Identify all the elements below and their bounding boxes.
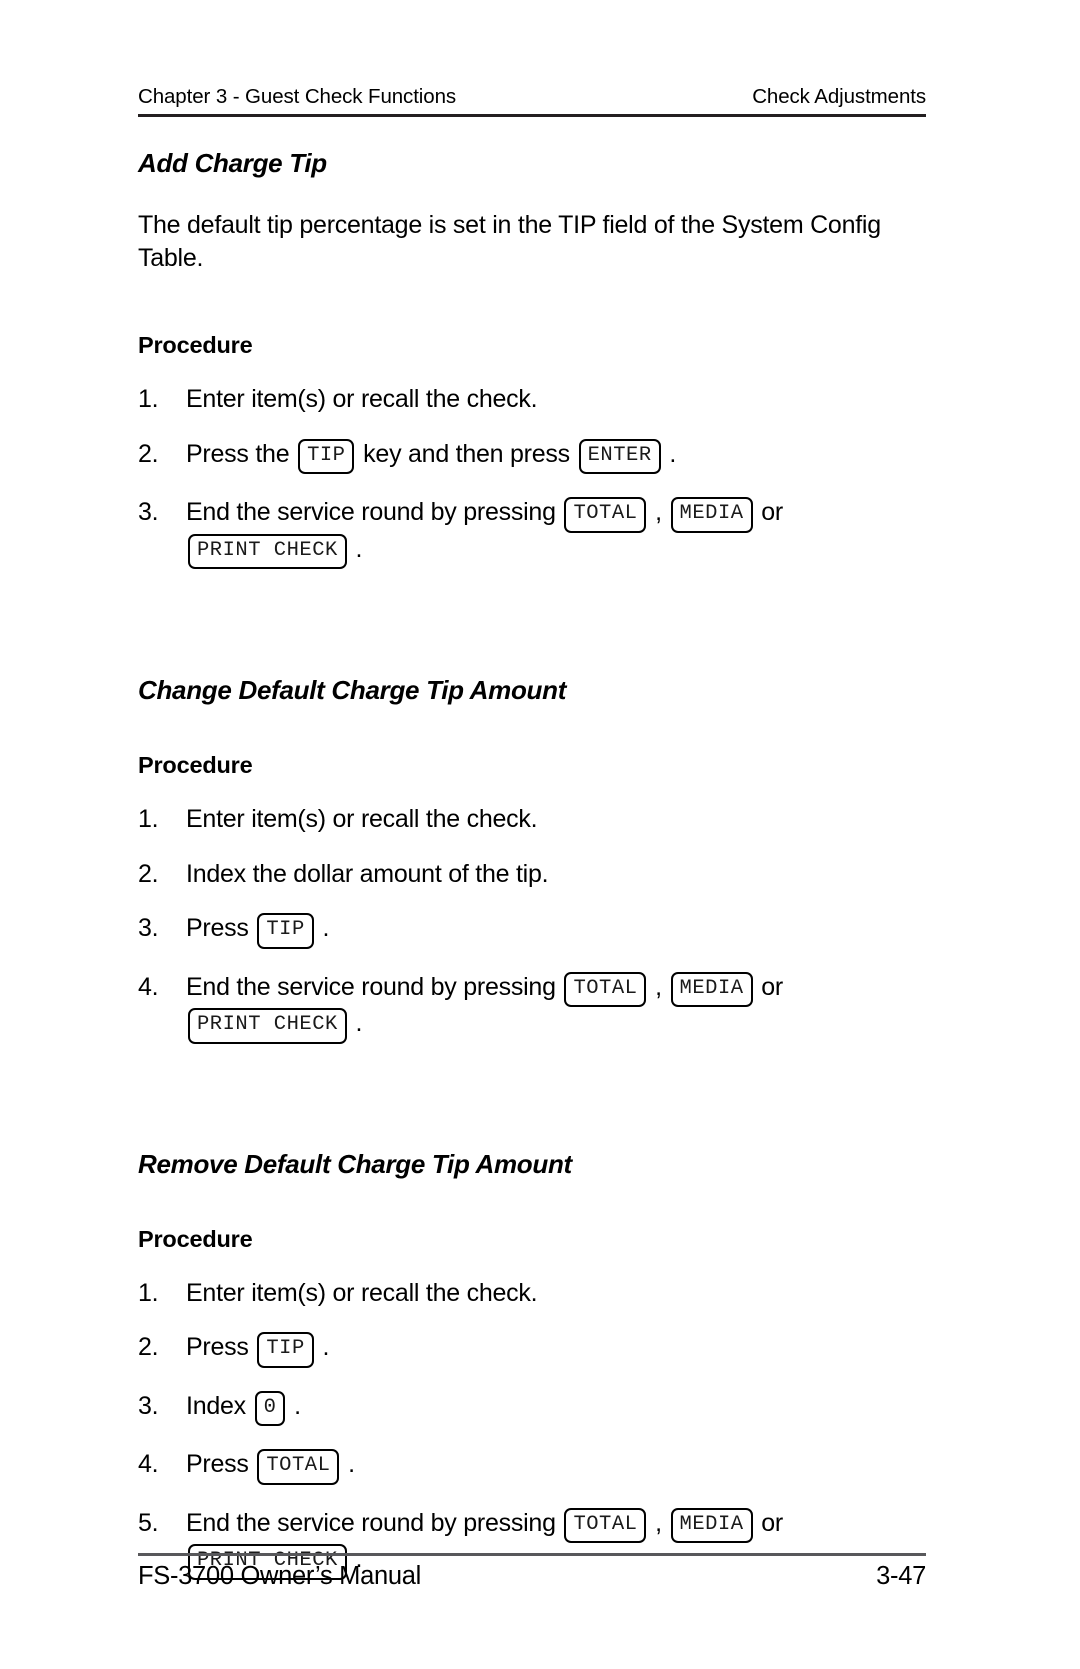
step-text-run: Enter item(s) or recall the check. (186, 1278, 538, 1307)
key-cap-print-check[interactable]: PRINT CHECK (188, 1008, 347, 1044)
key-cap-print-check[interactable]: PRINT CHECK (188, 533, 347, 569)
step-text-run: , (648, 498, 669, 526)
step-text-run: Press (186, 914, 256, 942)
key-cap-enter[interactable]: ENTER (578, 438, 661, 474)
procedure-step: 2. Press the TIP key and then press ENTER… (138, 438, 938, 474)
key-cap-media[interactable]: MEDIA (670, 497, 753, 533)
key-cap-tip[interactable]: TIP (298, 438, 355, 474)
procedure-step: 1. Enter item(s) or recall the check. (138, 1277, 938, 1310)
step-text-run: or (754, 498, 783, 526)
key-cap-0[interactable]: 0 (254, 1390, 286, 1426)
running-footer: FS-3700 Owner’s Manual 3-47 (138, 1562, 926, 1591)
manual-page: Chapter 3 - Guest Check Functions Check … (0, 0, 1080, 1669)
step-text-run: End the service round by pressing (186, 498, 563, 526)
procedure-heading: Procedure (138, 1225, 253, 1252)
step-text-run: . (341, 1450, 355, 1478)
step-text-run: Index the dollar amount of the tip. (186, 859, 549, 888)
step-text: End the service round by pressing TOTAL … (186, 971, 783, 1044)
step-text: Press TIP . (186, 913, 330, 949)
step-number: 3. (138, 914, 159, 942)
section-heading: Add Charge Tip (138, 148, 327, 178)
manual-section: Add Charge Tip The default tip percentage… (138, 148, 938, 569)
key-cap-total[interactable]: TOTAL (564, 971, 647, 1007)
step-text: End the service round by pressing TOTAL … (186, 497, 783, 569)
step-number: 1. (138, 805, 159, 833)
step-text-run: Press the (186, 439, 297, 468)
step-text: Press TIP . (186, 1332, 330, 1368)
procedure-step: 2. Press TIP . (138, 1331, 938, 1368)
step-text: Index the dollar amount of the tip. (186, 859, 549, 888)
procedure-step: 1. Enter item(s) or recall the check. (138, 803, 938, 836)
key-cap-total[interactable]: TOTAL (257, 1449, 340, 1485)
step-number: 4. (138, 1450, 159, 1478)
step-text-run: . (287, 1391, 301, 1420)
page-content: Add Charge Tip The default tip percentage… (138, 128, 938, 1580)
procedure-step-list: 1. Enter item(s) or recall the check. 2. Pr… (138, 1277, 938, 1580)
procedure-step-list: 1. Enter item(s) or recall the check. 2. In… (138, 803, 938, 1044)
step-text: Index 0 . (186, 1390, 301, 1426)
step-number: 3. (138, 1391, 159, 1420)
manual-section: Change Default Charge Tip Amount Procedur… (138, 675, 938, 1044)
header-section-title: Check Adjustments (752, 85, 926, 108)
procedure-step: 4. Press TOTAL . (138, 1448, 938, 1485)
step-text: Enter item(s) or recall the check. (186, 1278, 538, 1307)
section-heading: Remove Default Charge Tip Amount (138, 1148, 572, 1179)
step-number: 3. (138, 498, 159, 526)
step-number: 4. (138, 972, 159, 1001)
procedure-heading: Procedure (138, 332, 253, 358)
key-cap-tip[interactable]: TIP (257, 913, 314, 949)
step-number: 2. (138, 439, 159, 468)
step-text-run: or (754, 1508, 783, 1537)
step-text-run: . (315, 1333, 330, 1361)
step-number: 2. (138, 1333, 159, 1361)
footer-page-number: 3-47 (876, 1562, 926, 1590)
procedure-step: 4. End the service round by pressing TOTA… (138, 971, 938, 1044)
procedure-step: 3. Press TIP . (138, 912, 938, 949)
procedure-step: 2. Index the dollar amount of the tip. (138, 858, 938, 891)
section-intro-text: The default tip percentage is set in the… (138, 211, 881, 272)
procedure-step: 3. Index 0 . (138, 1390, 938, 1426)
key-cap-media[interactable]: MEDIA (670, 971, 753, 1007)
procedure-step-list: 1. Enter item(s) or recall the check. 2. Pr… (138, 383, 938, 569)
procedure-step: 3. End the service round by pressing TOTA… (138, 496, 938, 569)
step-text-run: Press (186, 1333, 256, 1361)
footer-divider (138, 1553, 926, 1556)
header-chapter-title: Chapter 3 - Guest Check Functions (138, 85, 457, 108)
step-text: Enter item(s) or recall the check. (186, 805, 538, 833)
procedure-step: 1. Enter item(s) or recall the check. (138, 383, 938, 416)
step-text-run: Press (186, 1450, 256, 1478)
key-cap-total[interactable]: TOTAL (564, 497, 647, 533)
manual-section: Remove Default Charge Tip Amount Procedur… (138, 1149, 938, 1580)
footer-manual-name: FS-3700 Owner’s Manual (138, 1562, 422, 1590)
step-text-run: Enter item(s) or recall the check. (186, 805, 538, 833)
step-text-run: . (315, 914, 330, 942)
step-text-run: Enter item(s) or recall the check. (186, 385, 538, 413)
step-number: 5. (138, 1508, 159, 1537)
step-text-run: End the service round by pressing (186, 1508, 563, 1537)
step-number: 1. (138, 385, 159, 413)
step-text-run: . (662, 439, 677, 468)
step-text-run: Index (186, 1391, 253, 1420)
step-number: 2. (138, 859, 159, 888)
step-text: Enter item(s) or recall the check. (186, 385, 538, 413)
step-text-run: key and then press (356, 439, 577, 468)
header-divider (138, 114, 926, 117)
step-text-run: , (648, 972, 669, 1001)
key-cap-tip[interactable]: TIP (257, 1332, 314, 1368)
running-header: Chapter 3 - Guest Check Functions Check … (138, 85, 926, 109)
step-text-run: or (754, 972, 783, 1001)
procedure-heading: Procedure (138, 752, 253, 778)
step-text-run: End the service round by pressing (186, 972, 563, 1001)
step-text-run: . (348, 1009, 363, 1037)
section-heading: Change Default Charge Tip Amount (138, 675, 567, 705)
step-text-run: , (648, 1508, 669, 1537)
key-cap-media[interactable]: MEDIA (670, 1507, 753, 1543)
step-text-run: . (348, 534, 363, 563)
step-text: Press TOTAL . (186, 1449, 355, 1485)
key-cap-total[interactable]: TOTAL (564, 1507, 647, 1543)
step-text: Press the TIP key and then press ENTER . (186, 438, 677, 474)
step-number: 1. (138, 1278, 159, 1307)
